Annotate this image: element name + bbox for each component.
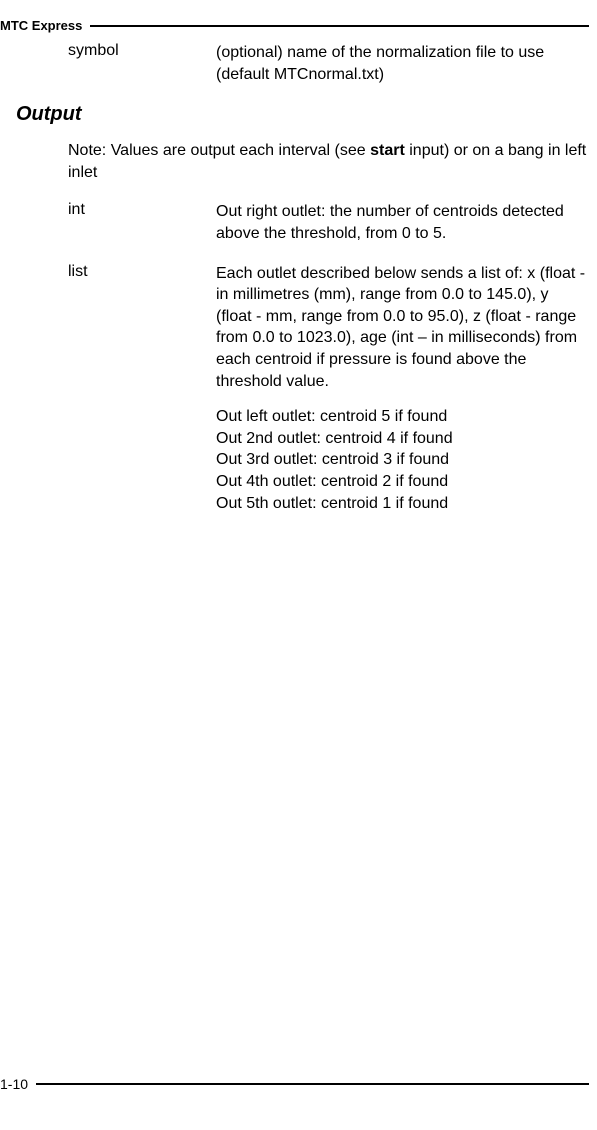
outlet-list: Out left outlet: centroid 5 if found Out… bbox=[216, 406, 587, 514]
output-note: Note: Values are output each interval (s… bbox=[68, 140, 587, 183]
page-number: 1-10 bbox=[0, 1076, 36, 1092]
output-heading: Output bbox=[16, 103, 587, 126]
param-term-int: int bbox=[68, 201, 216, 244]
note-pre: Note: Values are output each interval (s… bbox=[68, 142, 370, 159]
outlet-line-2: Out 2nd outlet: centroid 4 if found bbox=[216, 428, 587, 450]
header-divider bbox=[90, 25, 589, 27]
outlet-line-4: Out 4th outlet: centroid 2 if found bbox=[216, 471, 587, 493]
param-desc-symbol: (optional) name of the normalization fil… bbox=[216, 42, 587, 85]
note-bold: start bbox=[370, 142, 405, 159]
outlet-line-3: Out 3rd outlet: centroid 3 if found bbox=[216, 449, 587, 471]
outlet-line-1: Out left outlet: centroid 5 if found bbox=[216, 406, 587, 428]
page-footer: 1-10 bbox=[0, 1076, 597, 1092]
footer-divider bbox=[36, 1083, 589, 1085]
list-desc-main: Each outlet described below sends a list… bbox=[216, 263, 587, 393]
param-row-int: int Out right outlet: the number of cent… bbox=[68, 201, 587, 244]
outlet-line-5: Out 5th outlet: centroid 1 if found bbox=[216, 493, 587, 515]
param-term-list: list bbox=[68, 263, 216, 515]
param-row-list: list Each outlet described below sends a… bbox=[68, 263, 587, 515]
param-term-symbol: symbol bbox=[68, 42, 216, 85]
header-title: MTC Express bbox=[0, 18, 90, 33]
page-header: MTC Express bbox=[0, 18, 597, 33]
param-row-symbol: symbol (optional) name of the normalizat… bbox=[68, 42, 587, 85]
param-desc-list: Each outlet described below sends a list… bbox=[216, 263, 587, 515]
param-desc-int: Out right outlet: the number of centroid… bbox=[216, 201, 587, 244]
page-content: symbol (optional) name of the normalizat… bbox=[0, 42, 597, 532]
